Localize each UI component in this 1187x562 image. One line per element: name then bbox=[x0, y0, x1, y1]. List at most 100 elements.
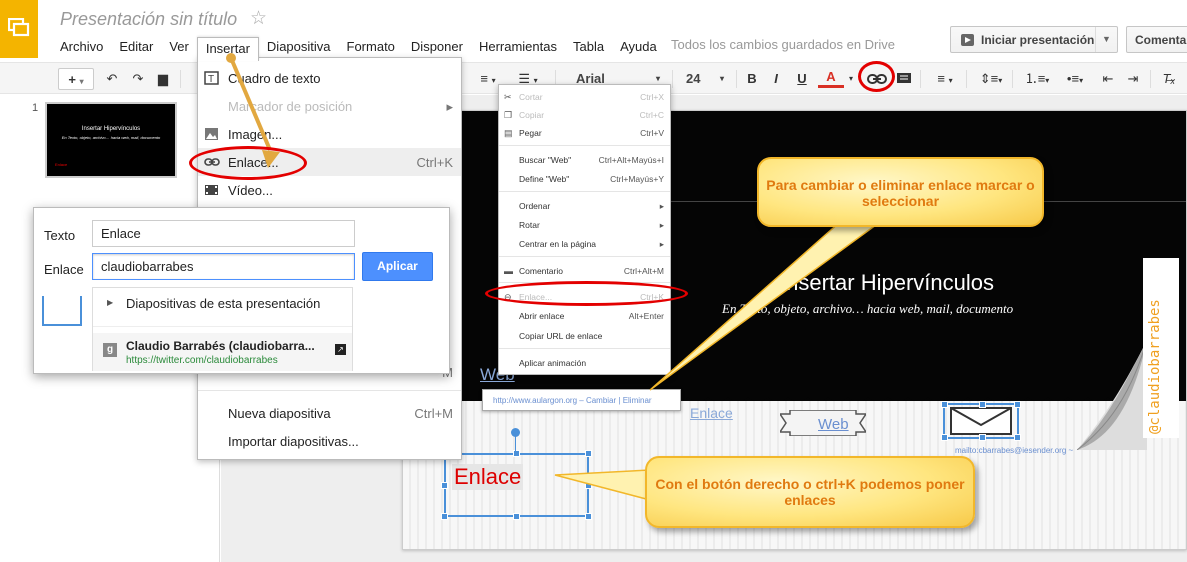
page-curl-icon bbox=[1077, 340, 1147, 450]
menu-item-textbox[interactable]: T Cuadro de texto bbox=[198, 64, 461, 92]
paint-format-icon[interactable]: ▆ bbox=[152, 68, 174, 90]
clear-format-icon[interactable]: T̶ₓ bbox=[1158, 68, 1180, 90]
comment-button[interactable]: Comentar bbox=[1126, 26, 1187, 53]
menu-item-placeholder[interactable]: Marcador de posición ▸ bbox=[198, 92, 461, 120]
submenu-arrow-icon: ▸ bbox=[446, 99, 453, 114]
present-button[interactable]: Iniciar presentación ▼ bbox=[950, 26, 1118, 53]
text-field[interactable]: Enlace bbox=[92, 220, 355, 247]
expand-arrow-icon[interactable]: ▶ bbox=[107, 298, 113, 307]
menu-editar[interactable]: Editar bbox=[111, 39, 161, 54]
line-spacing-icon[interactable]: ⇕≡▾ bbox=[974, 68, 1008, 90]
text-color-dropdown[interactable]: ▾ bbox=[847, 68, 855, 90]
callout-top: Para cambiar o eliminar enlace marcar o … bbox=[757, 157, 1044, 227]
ctx-open-link[interactable]: Abrir enlace Alt+Enter bbox=[499, 307, 670, 325]
watermark-text: @claudiobarrabes bbox=[1147, 299, 1163, 434]
ctx-comment[interactable]: ▬ Comentario Ctrl+Alt+M bbox=[499, 262, 670, 280]
rotate-handle[interactable] bbox=[511, 428, 520, 437]
link-label: Enlace bbox=[44, 262, 84, 277]
highlight-oval-toolbar-link bbox=[858, 61, 895, 92]
copy-icon: ❐ bbox=[504, 110, 513, 120]
menu-item-import-slides[interactable]: Importar diapositivas... bbox=[198, 427, 461, 455]
font-size-select[interactable]: 24 ▾ bbox=[678, 68, 730, 90]
new-slide-button[interactable]: + ▾ bbox=[58, 68, 94, 90]
menu-bar: Archivo Editar Ver Insertar Diapositiva … bbox=[52, 37, 665, 61]
bold-button[interactable]: B bbox=[742, 68, 762, 90]
text-label: Texto bbox=[44, 228, 76, 243]
suggestion-name: Claudio Barrabés (claudiobarra... bbox=[126, 339, 315, 353]
enlace-link-text[interactable]: Enlace bbox=[452, 464, 524, 490]
menu-item-video[interactable]: Vídeo... bbox=[198, 176, 461, 204]
ctx-copy-url[interactable]: Copiar URL de enlace bbox=[499, 327, 670, 345]
callout-bottom: Con el botón derecho o ctrl+K podemos po… bbox=[645, 456, 975, 528]
font-size-value: 24 bbox=[686, 71, 701, 86]
menu-insertar[interactable]: Insertar bbox=[196, 37, 259, 61]
ctx-search[interactable]: Buscar "Web" Ctrl+Alt+Mayús+I bbox=[499, 151, 670, 169]
play-icon bbox=[961, 34, 974, 46]
menu-herramientas[interactable]: Herramientas bbox=[471, 39, 565, 54]
menu-disponer[interactable]: Disponer bbox=[403, 39, 471, 54]
menu-ayuda[interactable]: Ayuda bbox=[612, 39, 665, 54]
ctx-order[interactable]: Ordenar ▸ bbox=[499, 197, 670, 215]
slide-subtitle[interactable]: En Texto, objeto, archivo… hacia web, ma… bbox=[722, 301, 1013, 317]
link-suggestions: ▶ Diapositivas de esta presentación g Cl… bbox=[92, 287, 353, 371]
menu-item-new-slide[interactable]: Nueva diapositiva Ctrl+M bbox=[198, 399, 461, 427]
suggestion-url: https://twitter.com/claudiobarrabes bbox=[126, 355, 278, 366]
ctx-paste[interactable]: ▤ Pegar Ctrl+V bbox=[499, 124, 670, 142]
suggestion-twitter[interactable]: g Claudio Barrabés (claudiobarra... http… bbox=[93, 333, 352, 371]
menu-tabla[interactable]: Tabla bbox=[565, 39, 612, 54]
document-title[interactable]: Presentación sin título bbox=[60, 9, 237, 30]
enlace-link-secondary[interactable]: Enlace bbox=[690, 405, 733, 421]
slide-number: 1 bbox=[32, 102, 39, 114]
link-tooltip[interactable]: http://www.aulargon.org – Cambiar | Elim… bbox=[482, 389, 681, 411]
textbox-icon: T bbox=[204, 71, 219, 85]
menu-formato[interactable]: Formato bbox=[339, 39, 403, 54]
chevron-down-icon[interactable]: ▼ bbox=[1095, 27, 1117, 52]
slide-title[interactable]: Insertar Hipervínculos bbox=[780, 270, 994, 296]
increase-indent-icon[interactable]: ⇥ bbox=[1122, 68, 1144, 90]
menu-item-image[interactable]: Imagen... bbox=[198, 120, 461, 148]
undo-icon[interactable]: ↶ bbox=[101, 68, 123, 90]
save-status: Todos los cambios guardados en Drive bbox=[671, 37, 896, 52]
ctx-cut[interactable]: ✂ Cortar Ctrl+X bbox=[499, 88, 670, 106]
star-icon[interactable]: ☆ bbox=[250, 7, 267, 30]
italic-button[interactable]: I bbox=[766, 68, 786, 90]
image-icon bbox=[204, 127, 219, 141]
comment-icon: ▬ bbox=[504, 266, 513, 276]
ctx-rotate[interactable]: Rotar ▸ bbox=[499, 216, 670, 234]
context-menu: ✂ Cortar Ctrl+X ❐ Copiar Ctrl+C ▤ Pegar Ctrl+V… bbox=[498, 84, 671, 375]
slides-logo[interactable] bbox=[0, 0, 38, 58]
video-icon bbox=[204, 183, 219, 197]
redo-icon[interactable]: ↷ bbox=[127, 68, 149, 90]
ctx-animation[interactable]: Aplicar animación bbox=[499, 354, 670, 372]
mailto-caption: mailto:cbarrabes@iesender.org ~ bbox=[955, 446, 1074, 455]
present-label: Iniciar presentación bbox=[981, 33, 1095, 47]
numbered-list-icon[interactable]: ⒈≡▾ bbox=[1020, 68, 1054, 90]
thumb-subtitle: En Texto, objeto, archivo… hacia web, ma… bbox=[61, 135, 161, 140]
dialog-pointer bbox=[48, 286, 68, 296]
scissors-icon: ✂ bbox=[504, 92, 512, 102]
comment-icon[interactable] bbox=[893, 68, 915, 90]
bulleted-list-icon[interactable]: •≡▾ bbox=[1058, 68, 1092, 90]
ctx-copy[interactable]: ❐ Copiar Ctrl+C bbox=[499, 106, 670, 124]
paste-icon: ▤ bbox=[504, 128, 513, 138]
menu-archivo[interactable]: Archivo bbox=[52, 39, 111, 54]
open-external-icon[interactable]: ↗ bbox=[335, 344, 346, 355]
envelope-icon bbox=[950, 407, 1012, 435]
text-color-button[interactable]: A bbox=[818, 68, 844, 88]
highlight-oval-context-link bbox=[485, 281, 688, 306]
align-icon[interactable]: ≡ ▾ bbox=[928, 68, 962, 90]
ctx-center[interactable]: Centrar en la página ▸ bbox=[499, 235, 670, 253]
apply-button[interactable]: Aplicar bbox=[362, 252, 433, 281]
menu-ver[interactable]: Ver bbox=[161, 39, 197, 54]
suggestion-slides[interactable]: Diapositivas de esta presentación bbox=[126, 296, 320, 311]
underline-button[interactable]: U bbox=[792, 68, 812, 90]
slide-thumbnail[interactable]: Insertar Hipervínculos En Texto, objeto,… bbox=[45, 102, 177, 178]
highlight-oval-insert-link bbox=[189, 146, 307, 180]
decrease-indent-icon[interactable]: ⇤ bbox=[1097, 68, 1119, 90]
thumb-link: Enlace bbox=[55, 162, 68, 167]
email-object[interactable] bbox=[941, 401, 1021, 441]
web-ribbon-label[interactable]: Web bbox=[818, 416, 849, 433]
menu-diapositiva[interactable]: Diapositiva bbox=[259, 39, 339, 54]
link-url-input[interactable]: claudiobarrabes bbox=[92, 253, 355, 280]
ctx-define[interactable]: Define "Web" Ctrl+Mayús+Y bbox=[499, 170, 670, 188]
